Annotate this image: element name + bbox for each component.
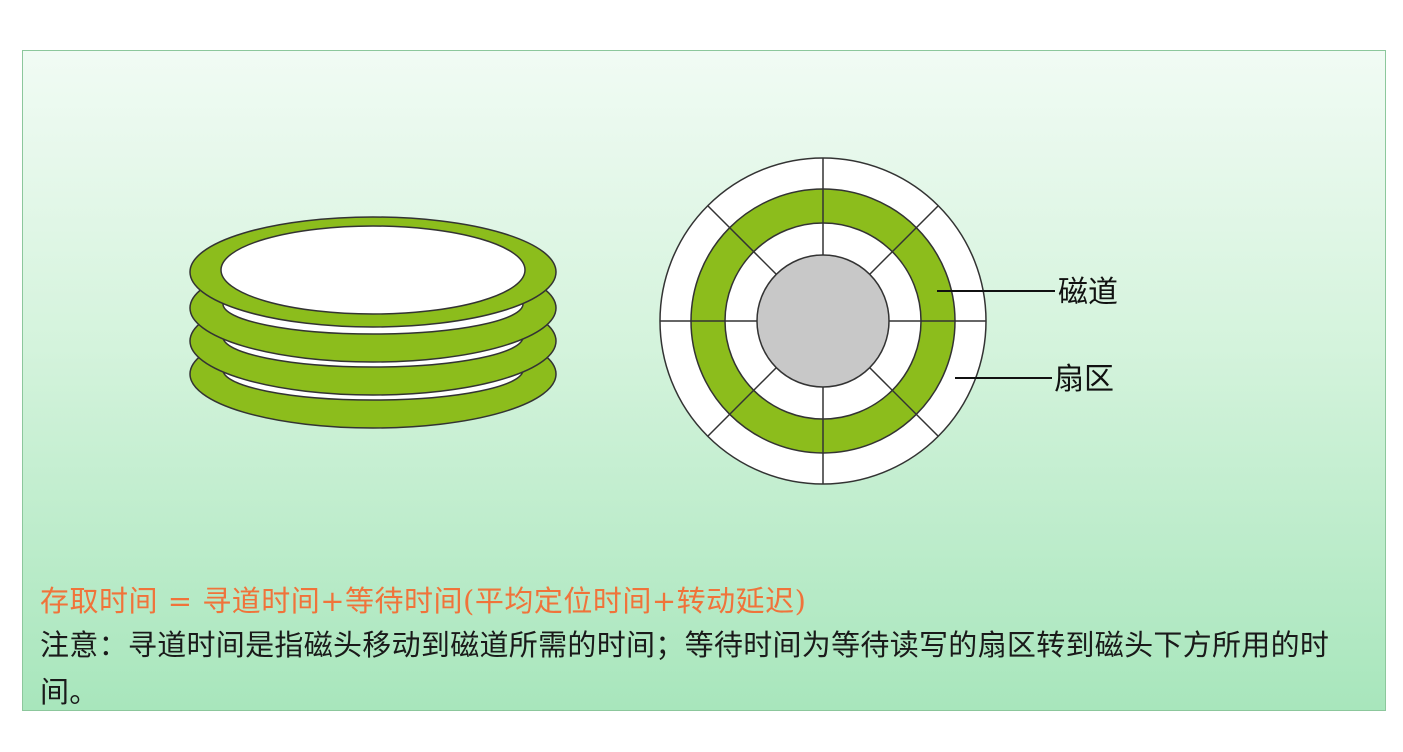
hub	[756, 254, 890, 388]
platter-stack	[189, 216, 557, 429]
platter-1	[189, 216, 557, 328]
track-label: 磁道	[1058, 275, 1118, 310]
sector-label: 扇区	[1054, 362, 1114, 397]
disk-top-view: 磁道 扇区	[659, 157, 1118, 485]
access-time-formula: 存取时间 = 寻道时间+等待时间(平均定位时间+转动延迟)	[40, 584, 807, 618]
note-paragraph: 注意：寻道时间是指磁头移动到磁道所需的时间；等待时间为等待读写的扇区转到磁头下方…	[40, 628, 1330, 709]
